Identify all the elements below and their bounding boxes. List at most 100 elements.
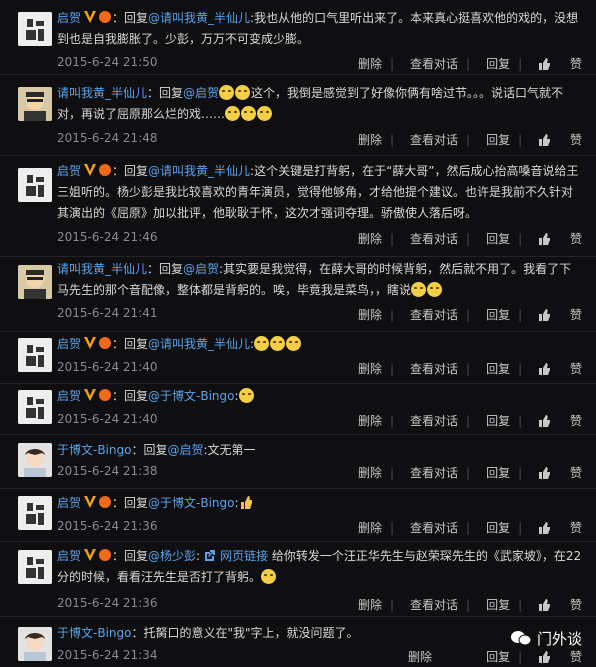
username-link[interactable]: 启贺 <box>57 389 81 403</box>
reply-button[interactable]: 回复 <box>486 57 510 71</box>
link-icon <box>205 550 216 561</box>
like-button[interactable]: 赞 <box>538 57 582 71</box>
comment-time: 2015-6-24 21:38 <box>57 464 158 478</box>
mention-link[interactable]: @于博文-Bingo <box>148 496 234 510</box>
username-link[interactable]: 启贺 <box>57 496 81 510</box>
reply-label: ：回复 <box>112 496 149 510</box>
comment-item: 启贺 ：回复@请叫我黄_半仙儿: 2015-6-24 21:40 删除 | 查看对话 |… <box>0 332 596 384</box>
view-conversation-button[interactable]: 查看对话 <box>410 57 458 71</box>
reply-label: ：回复 <box>112 164 149 178</box>
delete-button[interactable]: 删除 <box>408 650 432 664</box>
like-button[interactable]: 赞 <box>538 133 582 147</box>
reply-button[interactable]: 回复 <box>486 521 510 535</box>
avatar[interactable] <box>18 390 52 424</box>
delete-button[interactable]: 删除 <box>358 362 382 376</box>
delete-button[interactable]: 删除 <box>358 232 382 246</box>
view-conversation-button[interactable]: 查看对话 <box>410 133 458 147</box>
reply-button[interactable]: 回复 <box>486 308 510 322</box>
mention-link[interactable]: @启贺 <box>183 86 219 100</box>
comment-time: 2015-6-24 21:41 <box>57 306 158 320</box>
view-conversation-button[interactable]: 查看对话 <box>410 308 458 322</box>
wechat-icon <box>511 631 532 646</box>
view-conversation-button[interactable]: 查看对话 <box>410 362 458 376</box>
avatar[interactable] <box>18 443 52 477</box>
username-link[interactable]: 启贺 <box>57 164 81 178</box>
emoji-icon <box>286 336 302 351</box>
view-conversation-button[interactable]: 查看对话 <box>410 466 458 480</box>
view-conversation-button[interactable]: 查看对话 <box>410 598 458 612</box>
like-button[interactable]: 赞 <box>538 232 582 246</box>
watermark: 门外谈 <box>510 628 582 649</box>
view-conversation-button[interactable]: 查看对话 <box>410 414 458 428</box>
comment-item: 启贺 ：回复@请叫我黄_半仙儿:我也从他的口气里听出来了。本来真心挺喜欢他的戏的，… <box>0 0 596 75</box>
avatar[interactable] <box>18 550 52 584</box>
delete-button[interactable]: 删除 <box>358 57 382 71</box>
username-link[interactable]: 于博文-Bingo <box>57 443 131 457</box>
reply-button[interactable]: 回复 <box>486 133 510 147</box>
like-button[interactable]: 赞 <box>538 598 582 612</box>
like-button[interactable]: 赞 <box>538 414 582 428</box>
delete-button[interactable]: 删除 <box>358 133 382 147</box>
reply-button[interactable]: 回复 <box>486 232 510 246</box>
comment-time: 2015-6-24 21:34 <box>57 648 158 662</box>
thumbs-up-icon <box>539 233 551 245</box>
username-link[interactable]: 启贺 <box>57 549 81 563</box>
view-conversation-button[interactable]: 查看对话 <box>410 521 458 535</box>
comment-text: : <box>234 389 239 403</box>
comment-item: 请叫我黄_半仙儿：回复@启贺 这个，我倒是感觉到了好像你俩有啥过节。。。说话口气就… <box>0 75 596 156</box>
delete-button[interactable]: 删除 <box>358 466 382 480</box>
username-link[interactable]: 请叫我黄_半仙儿 <box>57 262 147 276</box>
comment-time: 2015-6-24 21:40 <box>57 360 158 374</box>
avatar[interactable] <box>18 496 52 530</box>
thumbs-up-icon <box>539 651 551 663</box>
reply-button[interactable]: 回复 <box>486 650 510 664</box>
delete-button[interactable]: 删除 <box>358 308 382 322</box>
avatar[interactable] <box>18 12 52 46</box>
avatar[interactable] <box>18 265 52 299</box>
username-link[interactable]: 于博文-Bingo <box>57 626 131 640</box>
reply-button[interactable]: 回复 <box>486 362 510 376</box>
vip-badge-icon <box>84 11 112 23</box>
delete-button[interactable]: 删除 <box>358 598 382 612</box>
delete-button[interactable]: 删除 <box>358 521 382 535</box>
emoji-laugh-icon <box>261 569 277 584</box>
comment-time: 2015-6-24 21:36 <box>57 596 158 610</box>
like-button[interactable]: 赞 <box>538 650 582 664</box>
mention-link[interactable]: @启贺 <box>183 262 219 276</box>
vip-badge-icon <box>84 164 112 176</box>
comment-time: 2015-6-24 21:46 <box>57 230 158 244</box>
reply-button[interactable]: 回复 <box>486 466 510 480</box>
reply-label: ：回复 <box>131 443 168 457</box>
reply-button[interactable]: 回复 <box>486 414 510 428</box>
avatar[interactable] <box>18 627 52 661</box>
avatar[interactable] <box>18 338 52 372</box>
like-button[interactable]: 赞 <box>538 362 582 376</box>
mention-link[interactable]: @于博文-Bingo <box>148 389 234 403</box>
web-link[interactable]: 网页链接 <box>220 549 268 563</box>
vip-badge-icon <box>84 496 112 508</box>
view-conversation-button[interactable]: 查看对话 <box>410 232 458 246</box>
like-button[interactable]: 赞 <box>538 308 582 322</box>
avatar[interactable] <box>18 168 52 202</box>
emoji-laugh-icon <box>411 282 427 297</box>
thumbs-up-icon <box>539 415 551 427</box>
comment-time: 2015-6-24 21:36 <box>57 519 158 533</box>
mention-link[interactable]: @启贺 <box>167 443 203 457</box>
comment-time: 2015-6-24 21:48 <box>57 131 158 145</box>
delete-button[interactable]: 删除 <box>358 414 382 428</box>
like-button[interactable]: 赞 <box>538 466 582 480</box>
mention-link[interactable]: @请叫我黄_半仙儿 <box>148 164 250 178</box>
comment-item: 启贺 ：回复@于博文-Bingo: 2015-6-24 21:40 删除 | 查看对话… <box>0 384 596 435</box>
like-button[interactable]: 赞 <box>538 521 582 535</box>
reply-button[interactable]: 回复 <box>486 598 510 612</box>
emoji-icon <box>241 106 257 121</box>
avatar[interactable] <box>18 87 52 121</box>
mention-link[interactable]: @请叫我黄_半仙儿 <box>148 11 250 25</box>
username-link[interactable]: 启贺 <box>57 11 81 25</box>
mention-link[interactable]: @请叫我黄_半仙儿 <box>148 337 250 351</box>
mention-link[interactable]: @杨少彭 <box>148 549 196 563</box>
username-link[interactable]: 启贺 <box>57 337 81 351</box>
thumbs-up-icon <box>539 134 551 146</box>
comment-item: 启贺 ：回复@于博文-Bingo: 2015-6-24 21:36 删除 | 查看对话… <box>0 489 596 542</box>
username-link[interactable]: 请叫我黄_半仙儿 <box>57 86 147 100</box>
